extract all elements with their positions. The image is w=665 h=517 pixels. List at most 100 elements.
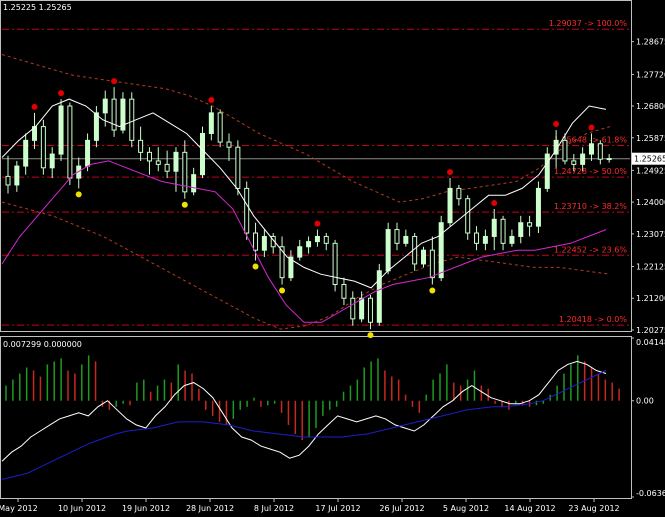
fractal-up-dot [208, 97, 215, 104]
time-label: 17 Jul 2012 [315, 504, 360, 513]
time-label: 23 Aug 2012 [568, 504, 619, 513]
candle-body [571, 160, 577, 165]
candle-body [562, 139, 568, 162]
fib-label: 1.24728 -> 50.0% [554, 167, 628, 176]
candle-body [85, 139, 91, 167]
candle-body [535, 187, 541, 227]
candle-body [155, 160, 161, 165]
candle-body [491, 218, 497, 237]
time-label: 19 Jun 2012 [122, 504, 170, 513]
candle-body [580, 153, 586, 165]
candle-body [518, 222, 524, 237]
candle-body [314, 235, 320, 243]
chart-canvas[interactable]: 1.29037 -> 100.0%1.25648 -> 61.8%1.24728… [0, 0, 665, 517]
candle-body [394, 229, 400, 244]
candle-body [40, 126, 46, 169]
candle-body [226, 141, 232, 148]
fractal-up-dot [31, 103, 38, 110]
price-label: 1.25875 [636, 134, 665, 143]
time-label: 8 Jul 2012 [254, 504, 294, 513]
candle-body [606, 158, 612, 161]
candle-body [403, 235, 409, 244]
candle-body [359, 297, 365, 320]
candle-body [474, 232, 480, 244]
candle-body [67, 105, 73, 179]
candle-body [129, 98, 135, 141]
candle-body [456, 187, 462, 200]
fractal-up-dot [553, 121, 560, 128]
fractal-up-dot [491, 199, 498, 206]
candle-body [5, 175, 11, 186]
fractal-down-dot [75, 191, 82, 198]
candle-body [102, 98, 108, 114]
candle-body [332, 242, 338, 286]
price-label: 1.24000 [636, 198, 665, 207]
candle-body [173, 151, 179, 172]
candle-body [438, 222, 444, 279]
candle-body [500, 218, 506, 244]
candle-body [429, 249, 435, 279]
fractal-up-dot [58, 90, 65, 97]
candle-body [465, 198, 471, 234]
candle-body [447, 187, 453, 224]
candle-body [244, 187, 250, 234]
bid-ask-readout: 1.25225 1.25265 [3, 3, 72, 12]
price-label: 1.22125 [636, 262, 665, 271]
candle-body [367, 297, 373, 323]
candle-body [323, 235, 329, 244]
candle-body [23, 139, 29, 167]
candle-body [164, 163, 170, 172]
candle-body [297, 246, 303, 258]
fib-label: 1.20418 -> 0.0% [559, 315, 627, 324]
price-label: 1.20275 [636, 326, 665, 335]
candle-body [261, 235, 267, 251]
time-label: 26 Jul 2012 [379, 504, 424, 513]
fractal-up-dot [588, 124, 595, 131]
price-label: 1.27720 [636, 70, 665, 79]
candle-body [138, 139, 144, 153]
candle-body [208, 112, 214, 134]
candle-body [597, 143, 603, 160]
price-label: 1.24925 [636, 166, 665, 175]
candle-body [544, 153, 550, 189]
fractal-up-dot [314, 220, 321, 227]
candle-body [527, 222, 533, 227]
candle-body [217, 112, 223, 143]
candle-body [421, 249, 427, 265]
time-label: May 2012 [0, 504, 38, 513]
fib-label: 1.29037 -> 100.0% [549, 19, 628, 28]
candle-body [385, 229, 391, 272]
candle-body [306, 241, 312, 248]
candle-body [588, 143, 594, 155]
candle-body [199, 132, 205, 176]
fib-label: 1.23710 -> 38.2% [554, 202, 628, 211]
indicator-axis-label: 0.04148 [636, 338, 665, 347]
time-label: 10 Jun 2012 [58, 504, 106, 513]
time-label: 14 Aug 2012 [504, 504, 555, 513]
candle-body [509, 235, 515, 244]
indicator-values-readout: 0.007299 0.000000 [3, 340, 82, 349]
candle-body [235, 146, 241, 189]
fractal-down-dot [181, 201, 188, 208]
fractal-up-dot [447, 169, 454, 176]
price-label: 1.21200 [636, 294, 665, 303]
time-label: 28 Jun 2012 [186, 504, 234, 513]
candle-body [49, 153, 55, 169]
fractal-up-dot [111, 78, 118, 85]
candle-body [341, 284, 347, 299]
price-label: 1.28675 [636, 38, 665, 47]
candle-body [482, 235, 488, 244]
candle-body [14, 165, 20, 186]
candle-body [253, 232, 259, 251]
fractal-down-dot [429, 287, 436, 294]
candle-body [191, 174, 197, 193]
fractal-down-dot [367, 332, 374, 339]
candle-body [93, 112, 99, 141]
fractal-down-dot [252, 263, 259, 270]
indicator-axis-label: -0.06364 [636, 489, 665, 498]
indicator-axis-label: 0.00 [636, 397, 654, 406]
fractal-down-dot [279, 287, 286, 294]
candle-body [146, 151, 152, 162]
price-label: 1.26800 [636, 102, 665, 111]
time-label: 5 Aug 2012 [443, 504, 489, 513]
